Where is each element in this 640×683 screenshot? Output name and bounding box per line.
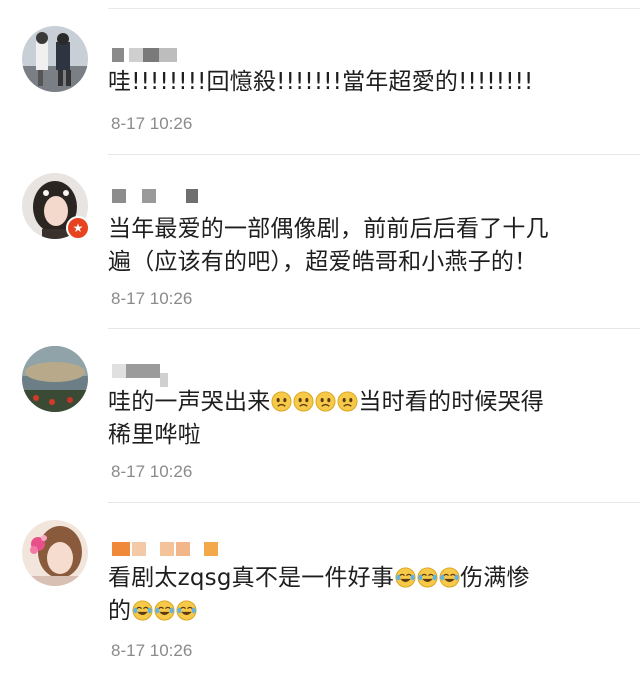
comment-text: 哇的一声哭出来 当时看的时候哭得 稀里哗啦 [108, 389, 545, 448]
username-redacted[interactable] [112, 362, 173, 387]
comment-divider [108, 154, 640, 155]
username-redacted[interactable] [112, 46, 182, 64]
top-divider [108, 8, 640, 9]
comment-text: 看剧太zqsg真不是一件好事 伤满惨 的 [108, 565, 530, 624]
comment-divider [108, 328, 640, 329]
comment-timestamp: 8-17 10:26 [111, 114, 193, 133]
avatar[interactable] [22, 346, 88, 412]
comment-divider [108, 502, 640, 503]
verified-star-icon: ★ [66, 216, 90, 240]
username-redacted[interactable] [112, 540, 223, 558]
comment-timestamp: 8-17 10:26 [111, 641, 193, 660]
crying-laughing-face-icon [175, 598, 197, 624]
crying-laughing-face-icon [416, 565, 438, 591]
comment-text: 当年最爱的一部偶像剧，前前后后看了十几 遍（应该有的吧），超爱皓哥和小燕子的！ [108, 216, 549, 275]
avatar[interactable] [22, 26, 88, 92]
sad-face-icon [314, 389, 336, 415]
avatar[interactable] [22, 520, 88, 586]
comment-timestamp: 8-17 10:26 [111, 289, 193, 308]
sad-face-icon [336, 389, 358, 415]
comment-timestamp: 8-17 10:26 [111, 462, 193, 481]
comment-text: 哇!!!!!!!!回憶殺!!!!!!!當年超愛的!!!!!!!! [108, 69, 534, 95]
username-redacted[interactable] [112, 187, 203, 205]
crying-laughing-face-icon [438, 565, 460, 591]
sad-face-icon [270, 389, 292, 415]
crying-laughing-face-icon [131, 598, 153, 624]
sad-face-icon [292, 389, 314, 415]
crying-laughing-face-icon [394, 565, 416, 591]
crying-laughing-face-icon [153, 598, 175, 624]
